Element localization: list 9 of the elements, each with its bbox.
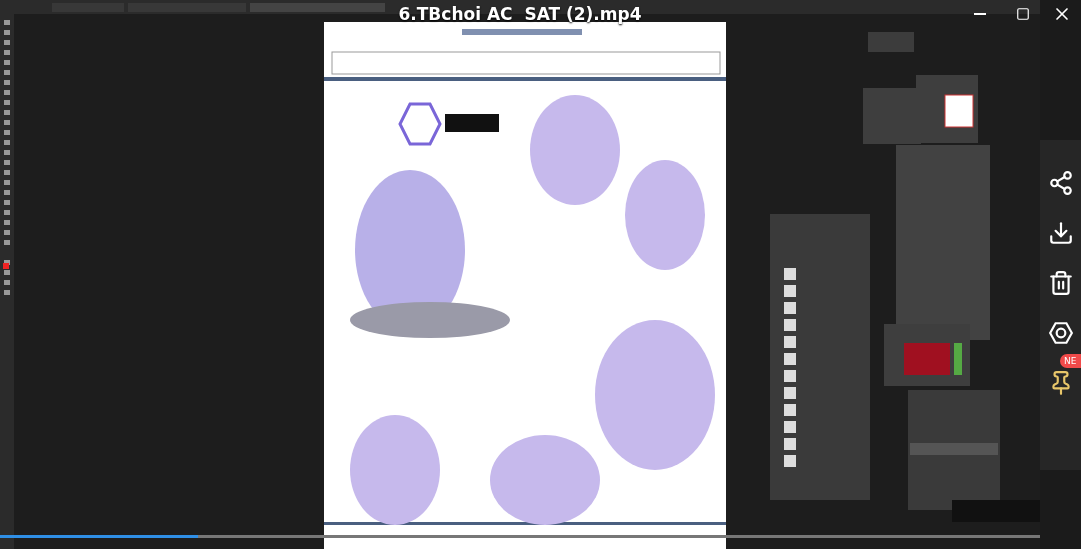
minimize-icon [974, 13, 986, 15]
restore-icon [1016, 7, 1030, 21]
new-badge: NE [1060, 354, 1081, 368]
settings-icon [1047, 320, 1074, 346]
share-icon [1047, 170, 1074, 196]
download-icon [1047, 220, 1074, 246]
trash-icon [1047, 270, 1074, 296]
progress-track[interactable] [0, 535, 1040, 538]
video-title: 6.TBchoi AC SAT (2).mp4 [397, 4, 643, 24]
